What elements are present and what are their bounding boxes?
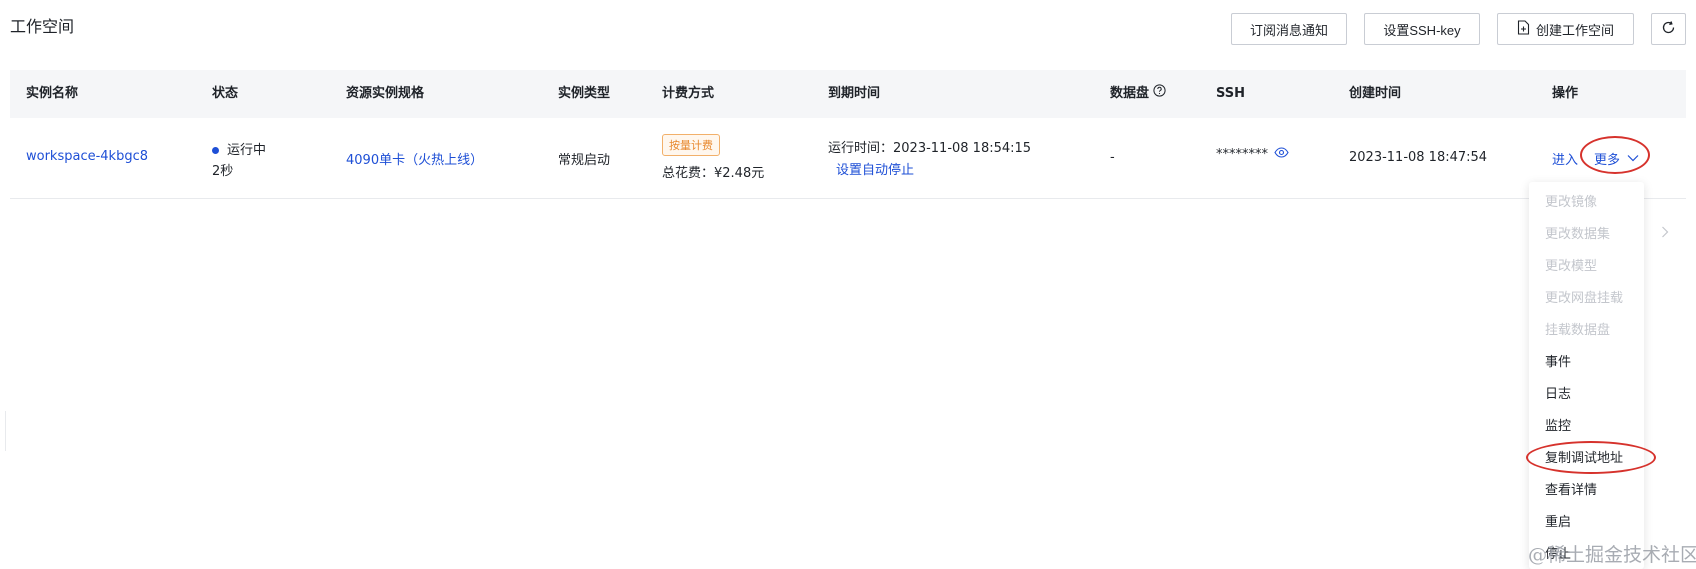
- refresh-icon: [1661, 20, 1676, 38]
- column-header: 状态: [212, 86, 239, 101]
- menu-item-change-netdisk-mount: 更改网盘挂载: [1545, 291, 1624, 306]
- create-workspace-button[interactable]: 创建工作空间: [1497, 13, 1634, 45]
- help-icon[interactable]: [1153, 70, 1166, 118]
- status-cell: 运行中: [212, 139, 266, 158]
- menu-item-logs[interactable]: 日志: [1545, 383, 1571, 402]
- instance-spec-link[interactable]: 4090单卡（火热上线）: [346, 149, 483, 168]
- ssh-cell: ********: [1216, 147, 1289, 162]
- chevron-right-icon[interactable]: [1661, 226, 1669, 242]
- more-actions-menu: 更改镜像 更改数据集 更改模型 更改网盘挂载 挂载数据盘 事件 日志 监控 复制…: [1529, 182, 1644, 569]
- table-header: 实例名称 状态 资源实例规格 实例类型 计费方式 到期时间 数据盘 SSH 创建…: [10, 70, 1686, 118]
- menu-item-view-details[interactable]: 查看详情: [1545, 479, 1597, 498]
- refresh-button[interactable]: [1651, 13, 1686, 45]
- column-header: 资源实例规格: [346, 86, 425, 101]
- auto-stop-link[interactable]: 设置自动停止: [836, 159, 914, 178]
- set-ssh-key-button[interactable]: 设置SSH-key: [1364, 13, 1480, 45]
- column-header-data-disk: 数据盘: [1110, 70, 1166, 118]
- subscribe-button-label: 订阅消息通知: [1249, 22, 1328, 38]
- menu-item-events[interactable]: 事件: [1545, 351, 1571, 370]
- ssh-key-button-label: 设置SSH-key: [1383, 22, 1461, 38]
- enter-link[interactable]: 进入: [1552, 149, 1578, 168]
- menu-item-change-model: 更改模型: [1545, 259, 1598, 274]
- instance-name-link[interactable]: workspace-4kbgc8: [26, 149, 148, 164]
- ssh-masked-value: ********: [1216, 147, 1268, 162]
- side-panel-handle[interactable]: [0, 411, 6, 451]
- billing-cell: 按量计费: [662, 134, 720, 156]
- status-dot: [212, 147, 219, 154]
- data-disk-value: -: [1110, 150, 1115, 165]
- table-row: workspace-4kbgc8 运行中 2秒 4090单卡（火热上线） 常规启…: [10, 118, 1686, 199]
- document-plus-icon: [1517, 20, 1530, 38]
- column-header: 操作: [1552, 86, 1579, 101]
- menu-item-mount-data-disk: 挂载数据盘: [1545, 323, 1611, 338]
- run-time: 运行时间：2023-11-08 18:54:15: [828, 141, 1032, 156]
- create-button-label: 创建工作空间: [1535, 22, 1614, 38]
- created-time: 2023-11-08 18:47:54: [1349, 150, 1488, 165]
- menu-item-restart[interactable]: 重启: [1545, 511, 1571, 530]
- column-header: 创建时间: [1349, 86, 1402, 101]
- eye-icon[interactable]: [1274, 147, 1289, 162]
- total-cost: 总花费：¥2.48元: [662, 166, 765, 181]
- more-button[interactable]: 更多: [1594, 149, 1639, 168]
- billing-tag: 按量计费: [662, 134, 720, 156]
- menu-item-change-dataset: 更改数据集: [1545, 227, 1611, 242]
- status-duration: 2秒: [212, 164, 234, 179]
- menu-item-monitor[interactable]: 监控: [1545, 415, 1571, 434]
- chevron-down-icon: [1627, 151, 1639, 166]
- column-header: SSH: [1216, 86, 1246, 101]
- subscribe-notifications-button[interactable]: 订阅消息通知: [1231, 13, 1347, 45]
- column-header: 数据盘: [1110, 86, 1150, 101]
- more-label: 更多: [1594, 153, 1621, 168]
- column-header: 实例类型: [558, 86, 611, 101]
- column-header: 计费方式: [662, 86, 715, 101]
- page-title: 工作空间: [10, 17, 75, 36]
- column-header: 到期时间: [828, 86, 881, 101]
- menu-item-copy-debug-address[interactable]: 复制调试地址: [1545, 447, 1623, 466]
- status-text: 运行中: [227, 143, 267, 158]
- watermark: @稀土掘金技术社区: [1528, 544, 1696, 566]
- instance-type: 常规启动: [558, 153, 611, 168]
- menu-item-change-image: 更改镜像: [1545, 195, 1598, 210]
- column-header: 实例名称: [26, 86, 79, 101]
